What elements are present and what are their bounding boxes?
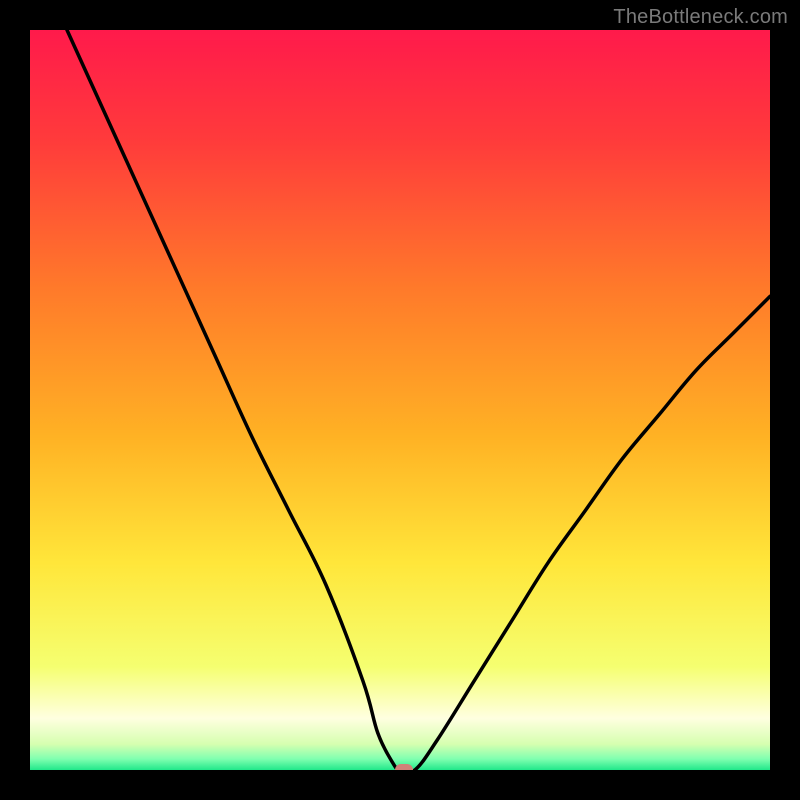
bottleneck-curve (30, 30, 770, 770)
optimal-marker (395, 764, 413, 770)
watermark-label: TheBottleneck.com (613, 6, 788, 29)
chart-frame: TheBottleneck.com (0, 0, 800, 800)
plot-area (30, 30, 770, 770)
